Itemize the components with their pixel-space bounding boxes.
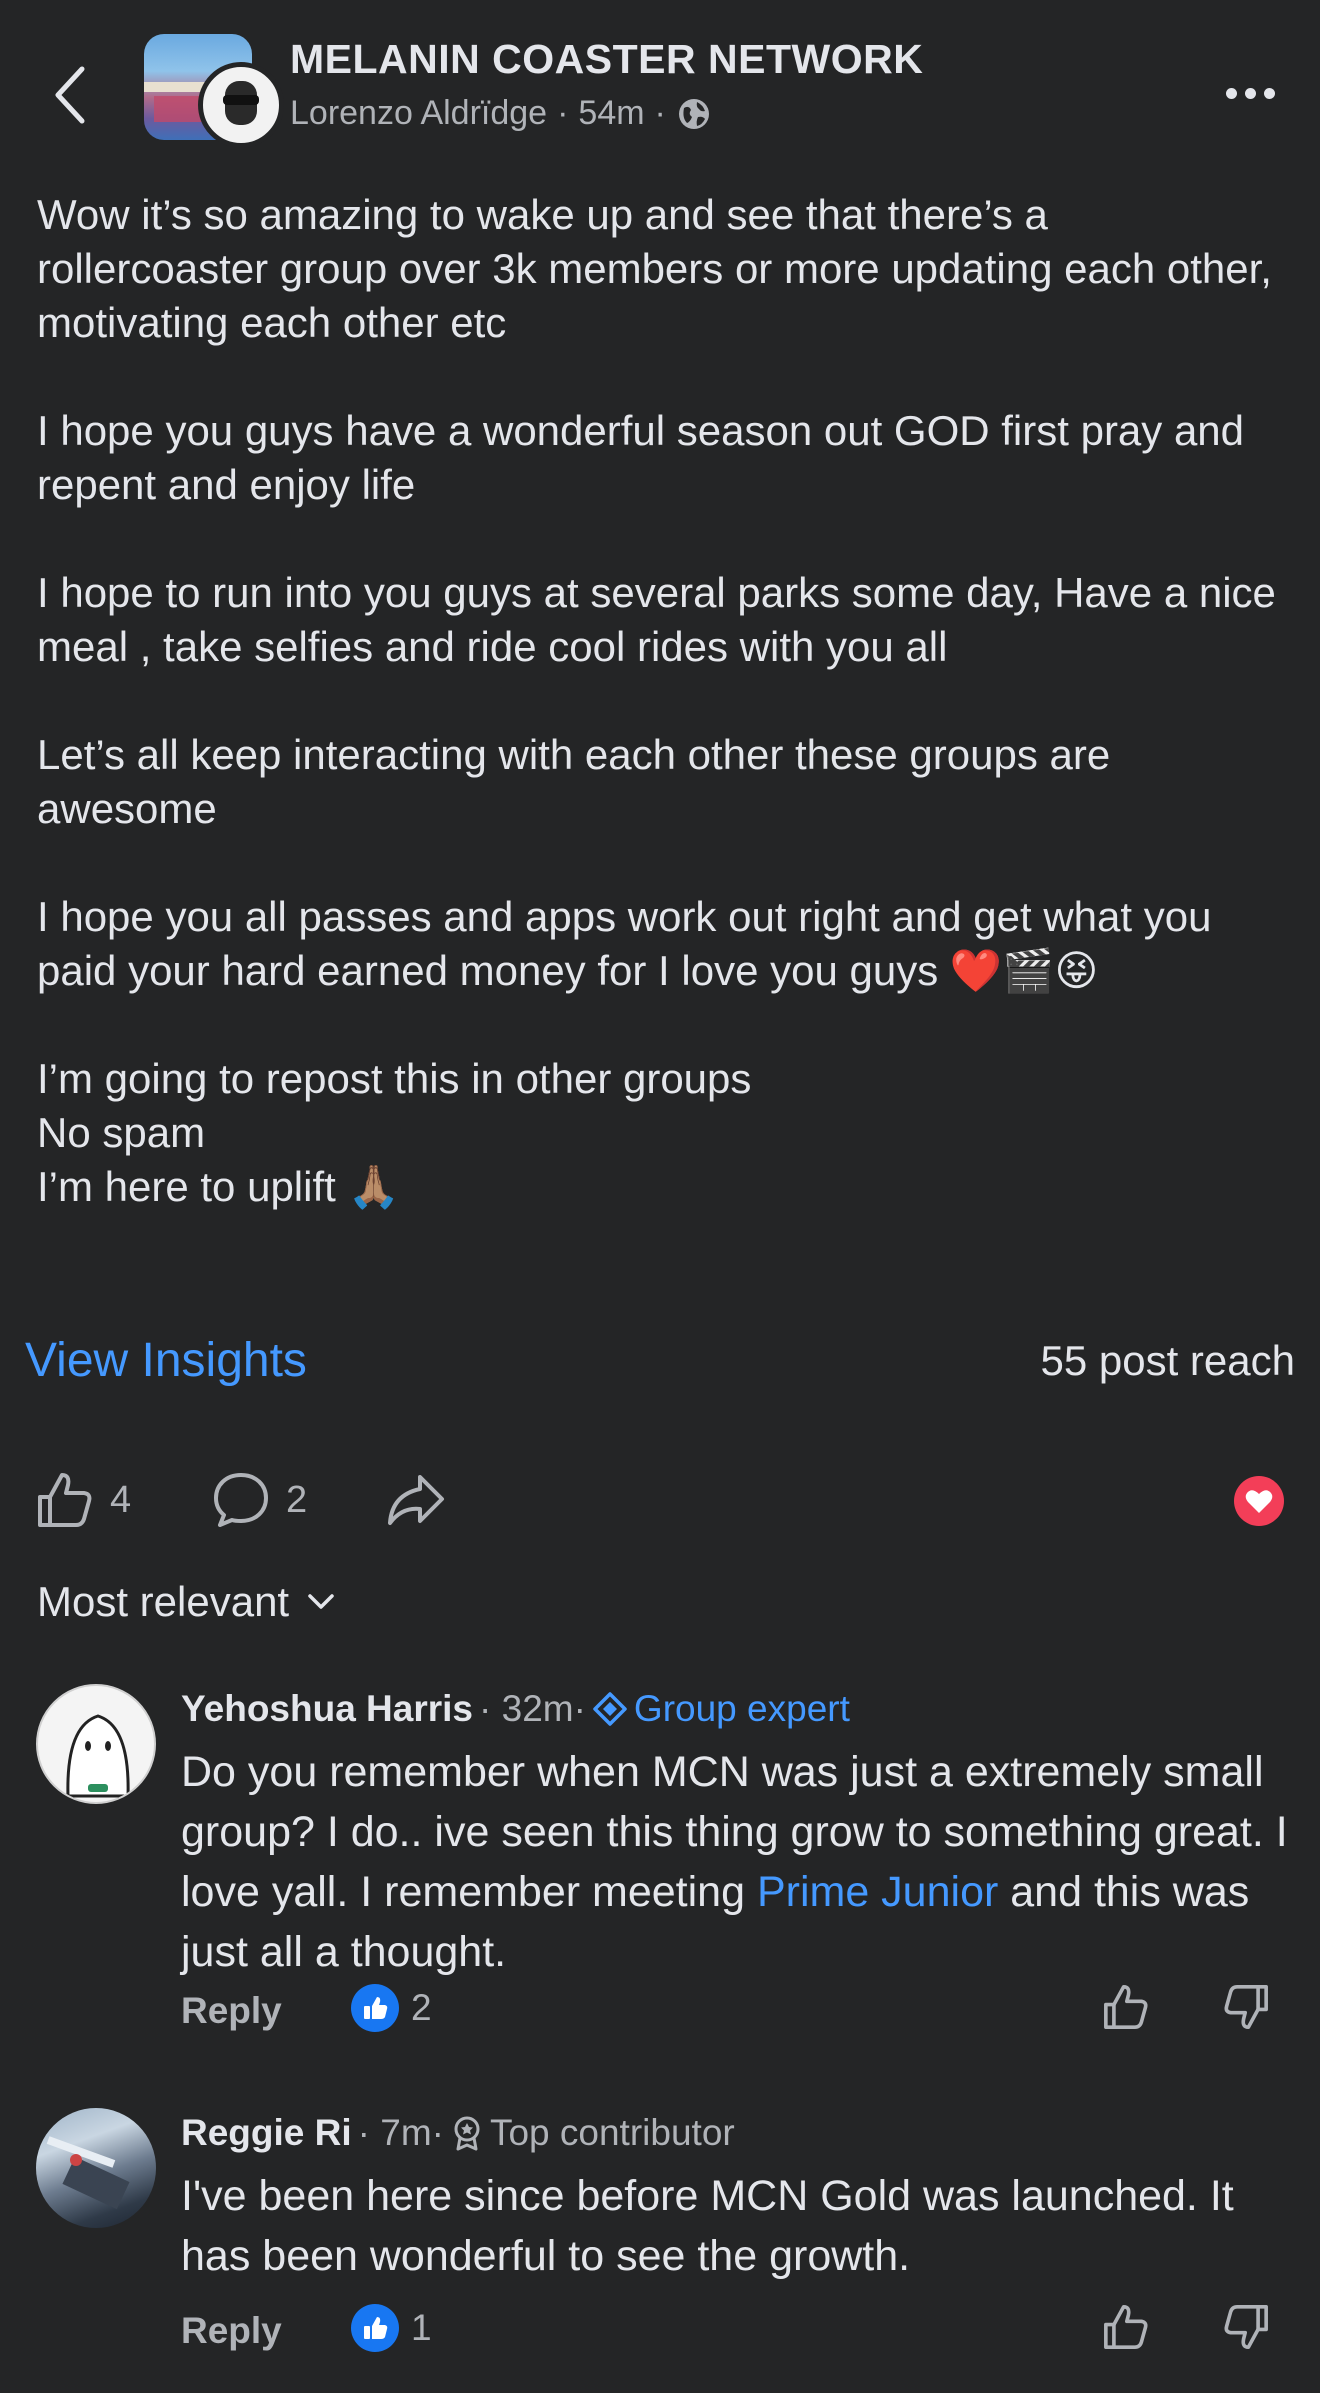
comment-time: · 32m·: [479, 1688, 586, 1729]
share-button[interactable]: [384, 1460, 448, 1540]
award-icon: [454, 2116, 480, 2151]
downvote-button[interactable]: [1221, 2302, 1271, 2357]
heart-icon: [1245, 1490, 1273, 1513]
meta-separator: ·: [654, 94, 666, 132]
post-reach: 55 post reach: [1040, 1337, 1295, 1384]
thumbs-down-icon: [1224, 1985, 1268, 2029]
badge-label: Top contributor: [489, 2112, 735, 2153]
insights-row: View Insights 55 post reach: [0, 1325, 1320, 1395]
author-name[interactable]: Lorenzo Aldrïdge: [290, 94, 547, 133]
more-options-button[interactable]: [1210, 68, 1290, 118]
comment-button[interactable]: 2: [210, 1460, 307, 1540]
comment: Yehoshua Harris · 32m· Group expert Do y…: [0, 1684, 1320, 2064]
comment-time: · 7m·: [357, 2112, 444, 2153]
comment-count: 2: [286, 1478, 308, 1521]
badge-label: Group expert: [633, 1688, 850, 1729]
post-paragraph: I hope you all passes and apps work out …: [37, 893, 1212, 994]
comment-like-count[interactable]: 1: [351, 2304, 432, 2352]
comment-sort-dropdown[interactable]: Most relevant: [37, 1578, 335, 1626]
comment-header: Yehoshua Harris · 32m· Group expert: [181, 1688, 850, 1730]
like-reaction-icon: [351, 1984, 399, 2032]
post-paragraph: I hope you guys have a wonderful season …: [37, 407, 1245, 508]
author-avatar[interactable]: [198, 62, 284, 148]
mention-link[interactable]: Prime Junior: [757, 1868, 998, 1916]
post-text: Wow it’s so amazing to wake up and see t…: [37, 188, 1287, 1214]
comment-actions: Reply 1: [181, 2302, 1301, 2362]
more-horizontal-icon: [1222, 87, 1279, 99]
like-count-value: 2: [411, 1987, 432, 2028]
top-contributor-badge[interactable]: Top contributor: [450, 2112, 735, 2154]
commenter-name[interactable]: Yehoshua Harris: [181, 1688, 473, 1730]
comment-header: Reggie Ri · 7m· Top contributor: [181, 2112, 735, 2154]
meta-separator: ·: [557, 94, 569, 132]
comment-text: Do you remember when MCN was just a extr…: [181, 1742, 1291, 1982]
like-button[interactable]: 4: [34, 1460, 131, 1540]
thumbs-up-icon: [1104, 2305, 1148, 2349]
commenter-avatar[interactable]: [36, 1684, 156, 1804]
commenter-name[interactable]: Reggie Ri: [181, 2112, 352, 2154]
comment-text: I've been here since before MCN Gold was…: [181, 2172, 1234, 2280]
post-paragraph: I hope to run into you guys at several p…: [37, 569, 1276, 670]
comment-actions: Reply 2: [181, 1982, 1301, 2042]
view-insights-link[interactable]: View Insights: [25, 1333, 307, 1388]
post-paragraph: Let’s all keep interacting with each oth…: [37, 731, 1111, 832]
post-paragraph: I’m going to repost this in other groups…: [37, 1055, 752, 1210]
upvote-button[interactable]: [1101, 1982, 1151, 2037]
heart-reaction[interactable]: [1234, 1476, 1284, 1526]
post-actions: 4 2: [0, 1460, 1320, 1540]
thumbs-up-icon: [38, 1473, 92, 1527]
comment: Reggie Ri · 7m· Top contributor I've bee…: [0, 2108, 1320, 2368]
diamond-icon: [593, 1692, 627, 1726]
reply-button[interactable]: Reply: [181, 2310, 282, 2352]
back-button[interactable]: [40, 60, 100, 130]
like-count: 4: [110, 1478, 132, 1521]
group-expert-badge[interactable]: Group expert: [592, 1688, 850, 1730]
like-reaction-icon: [351, 2304, 399, 2352]
thumbs-up-icon: [1104, 1985, 1148, 2029]
group-name[interactable]: MELANIN COASTER NETWORK: [290, 36, 923, 83]
sort-label: Most relevant: [37, 1578, 290, 1625]
share-icon: [388, 1475, 444, 1525]
reply-button[interactable]: Reply: [181, 1990, 282, 2032]
comment-like-count[interactable]: 2: [351, 1984, 432, 2032]
downvote-button[interactable]: [1221, 1982, 1271, 2037]
upvote-button[interactable]: [1101, 2302, 1151, 2357]
comment-icon: [214, 1473, 268, 1527]
globe-icon: [678, 98, 709, 129]
like-count-value: 1: [411, 2307, 432, 2348]
chevron-down-icon: [308, 1594, 334, 1609]
thumbs-down-icon: [1224, 2305, 1268, 2349]
post-paragraph: Wow it’s so amazing to wake up and see t…: [37, 191, 1272, 346]
post-meta: Lorenzo Aldrïdge · 54m ·: [290, 94, 712, 133]
chevron-left-icon: [55, 66, 85, 124]
post-header: MELANIN COASTER NETWORK Lorenzo Aldrïdge…: [0, 0, 1320, 190]
commenter-avatar[interactable]: [36, 2108, 156, 2228]
post-time[interactable]: 54m: [578, 94, 644, 133]
